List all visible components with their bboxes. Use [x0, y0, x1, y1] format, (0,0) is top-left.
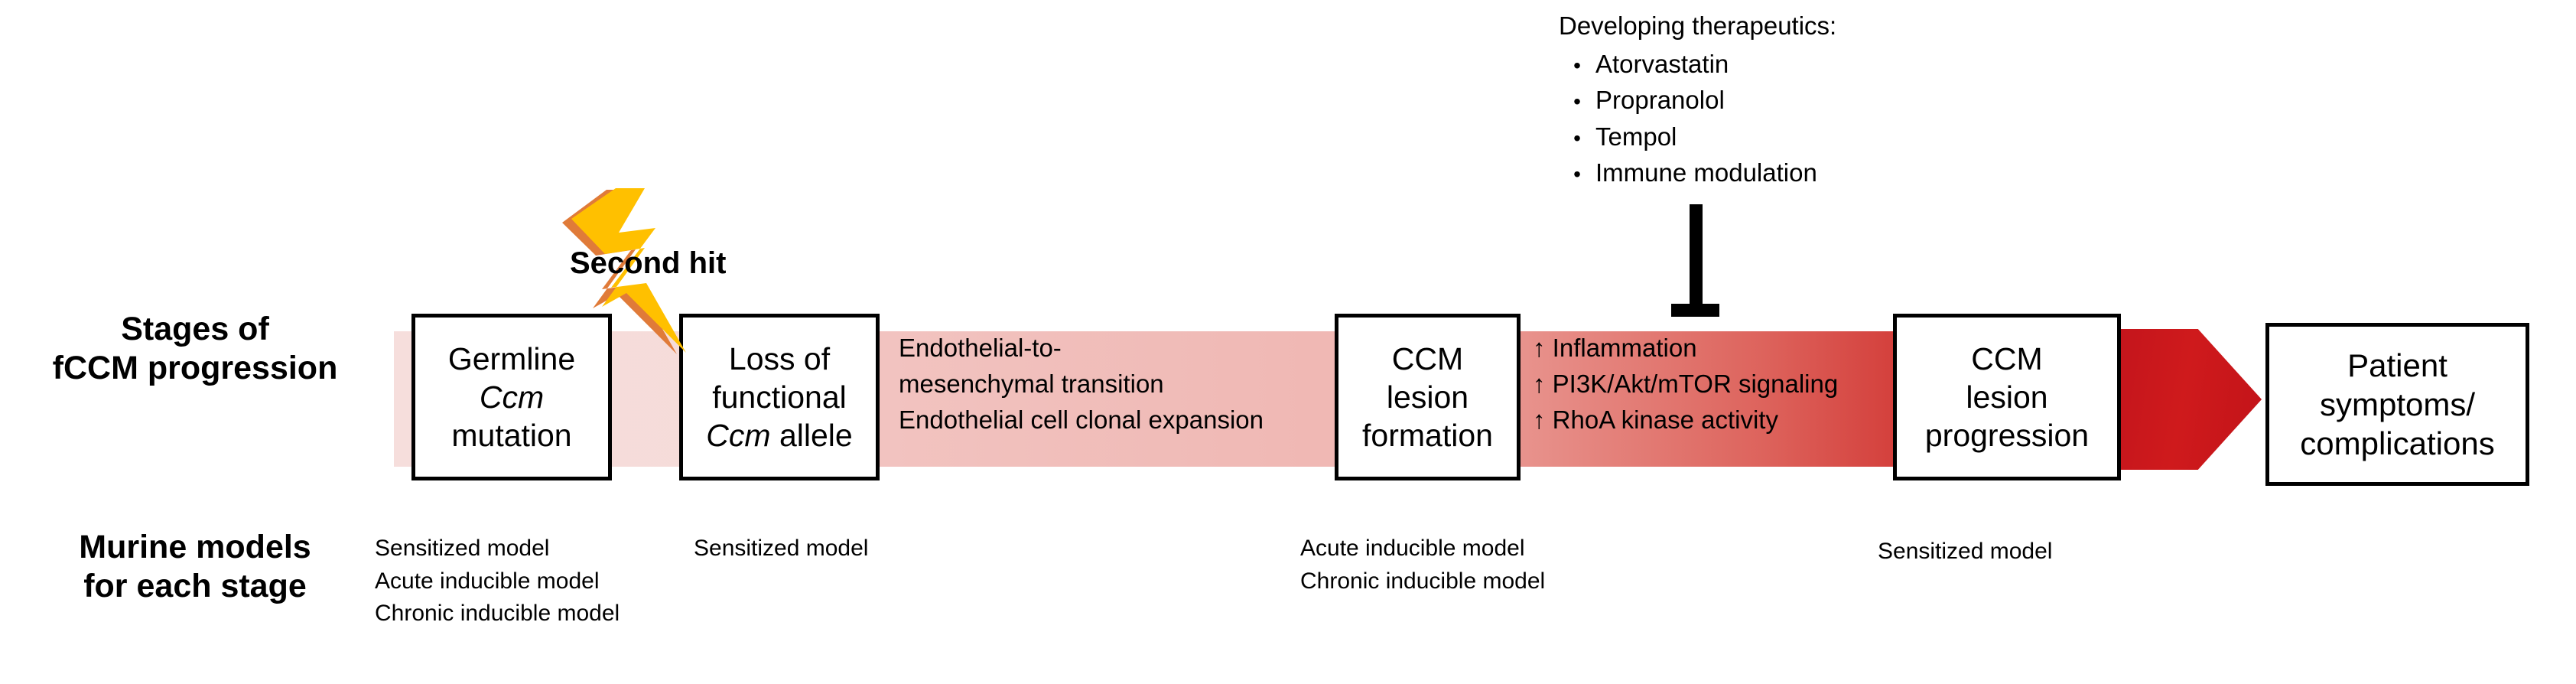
stage-line: Germline — [447, 340, 576, 376]
therapeutic-name: Atorvastatin — [1595, 49, 1729, 78]
bullet-icon: • — [1573, 53, 1581, 77]
therapeutic-name: Propranolol — [1595, 86, 1725, 115]
list-item: • Tempol — [1559, 119, 1836, 155]
developing-therapeutics-panel: Developing therapeutics: • Atorvastatin … — [1559, 8, 1836, 191]
inhibition-connector-bar-icon — [1671, 304, 1719, 317]
stage-line: lesion — [1386, 379, 1469, 415]
murine-models-row-label: Murine models for each stage — [79, 529, 311, 604]
stage-line: CCM — [1971, 340, 2043, 376]
therapeutic-name: Immune modulation — [1595, 158, 1817, 187]
stage-line: functional — [712, 379, 847, 415]
bullet-icon: • — [1573, 162, 1581, 187]
bullet-icon: • — [1573, 125, 1581, 150]
murine-models-stage-3: Acute inducible model Chronic inducible … — [1300, 536, 1546, 594]
bullet-icon: • — [1573, 90, 1581, 114]
inhibition-connector-stem-icon — [1690, 204, 1703, 313]
list-item: • Atorvastatin — [1559, 46, 1836, 83]
stage-line: Patient — [2347, 347, 2448, 383]
stage-line: Loss of — [728, 340, 831, 376]
stage-box-ccm-lesion-formation[interactable]: CCM lesion formation — [1335, 314, 1521, 480]
therapeutic-name: Tempol — [1595, 122, 1677, 151]
list-item: • Propranolol — [1559, 82, 1836, 119]
stage-box-ccm-lesion-progression[interactable]: CCM lesion progression — [1893, 314, 2121, 480]
progression-arrowhead-icon — [2120, 329, 2262, 470]
gene-name-ccm: Ccm — [706, 418, 771, 453]
stage-line: CCM — [1391, 340, 1464, 376]
therapeutics-list: • Atorvastatin • Propranolol • Tempol • … — [1559, 46, 1836, 191]
endothelial-transition-annotation: Endothelial-to- mesenchymal transition E… — [899, 334, 1264, 434]
therapeutics-heading: Developing therapeutics: — [1559, 11, 1837, 40]
stage-box-patient-symptoms-complications[interactable]: Patient symptoms/ complications — [2265, 323, 2529, 486]
pathway-upregulation-annotation: ↑ Inflammation ↑ PI3K/Akt/mTOR signaling… — [1533, 334, 1839, 434]
stage-line: complications — [2300, 425, 2495, 462]
stage-line: mutation — [451, 418, 572, 453]
second-hit-label: Second hit — [570, 246, 727, 280]
murine-models-stage-1: Sensitized model Acute inducible model C… — [375, 536, 620, 627]
stage-line-italic: Ccm — [479, 379, 545, 415]
stages-of-fccm-progression-label: Stages of fCCM progression — [52, 311, 338, 386]
murine-models-stage-4: Sensitized model — [1878, 539, 2053, 564]
stage-line: Ccm allele — [706, 418, 853, 453]
list-item: • Immune modulation — [1559, 155, 1836, 191]
murine-models-stage-2: Sensitized model — [694, 536, 869, 561]
stage-line: lesion — [1966, 379, 2048, 415]
stage-line: formation — [1362, 418, 1493, 453]
stage-line: progression — [1924, 418, 2090, 453]
stage-line: symptoms/ — [2319, 386, 2475, 422]
